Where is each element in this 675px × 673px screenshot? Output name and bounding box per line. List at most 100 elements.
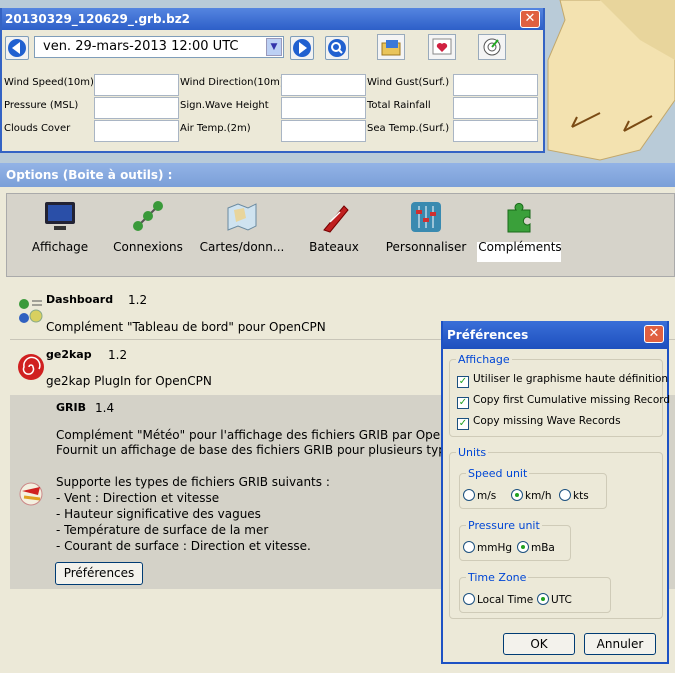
tab-complements[interactable]: Compléments [475,200,565,270]
tool-label: Personnaliser [385,240,467,254]
plugin-version: 1.2 [128,293,148,307]
tab-affichage[interactable]: Affichage [15,200,105,270]
hd-graphics-checkbox[interactable]: ✓ Utiliser le graphisme haute définition [457,373,668,388]
heart-settings-icon [432,38,452,55]
tool-label: Compléments [478,240,562,254]
plugin-name: GRIB [56,401,86,414]
field-label: Sign.Wave Height [180,100,269,111]
checkbox-label: Utiliser le graphisme haute définition [473,373,669,385]
wind-gust-field [453,74,538,96]
sliders-icon [411,202,441,232]
datetime-select[interactable]: ven. 29-mars-2013 12:00 UTC ▼ [34,36,284,58]
pressure-mba-radio[interactable]: mBa [517,541,555,554]
boat-icon [323,205,349,233]
preferences-button[interactable]: Préférences [55,562,143,585]
group-title: Affichage [456,353,512,366]
spiral-icon [18,354,44,380]
pressure-field [94,97,179,119]
request-button[interactable] [478,34,506,60]
ok-button[interactable]: OK [503,633,575,655]
tab-cartes[interactable]: Cartes/donn... [197,200,287,270]
grib-window: 20130329_120629_.grb.bz2 ✕ ven. 29-mars-… [0,8,545,153]
folder-icon [381,40,401,56]
grib-navbar: ven. 29-mars-2013 12:00 UTC ▼ [2,30,543,64]
radio-label: mmHg [477,542,513,554]
sea-temp-field [453,120,538,142]
radio-label: km/h [525,490,552,502]
pressure-mmhg-radio[interactable]: mmHg [463,541,512,554]
field-label: Air Temp.(2m) [180,123,251,134]
network-icon [133,201,163,231]
checkbox-label: Copy missing Wave Records [473,415,621,427]
radio-label: mBa [531,542,555,554]
speed-kts-radio[interactable]: kts [559,489,589,502]
field-label: Wind Gust(Surf.) [367,77,450,88]
rainfall-field [453,97,538,119]
group-title: Time Zone [466,571,529,584]
plugin-name: Dashboard [46,293,114,306]
plugin-description-line: - Température de surface de la mer [56,523,269,537]
tz-local-radio[interactable]: Local Time [463,593,533,606]
tool-label: Cartes/donn... [199,240,285,254]
speed-kmh-radio[interactable]: km/h [511,489,552,502]
plugin-description-line: - Hauteur significative des vagues [56,507,261,521]
tab-personnaliser[interactable]: Personnaliser [381,200,471,270]
cancel-button[interactable]: Annuler [584,633,656,655]
field-label: Wind Direction(10m) [180,77,284,88]
chart-map-icon [227,203,257,231]
options-title: Options (Boite à outils) : [6,168,173,182]
radio-label: Local Time [477,594,534,606]
field-label: Clouds Cover [4,123,71,134]
dashboard-icon [19,299,43,323]
copy-wave-checkbox[interactable]: ✓ Copy missing Wave Records [457,415,621,430]
prev-arrow-button[interactable] [5,36,29,60]
field-label: Pressure (MSL) [4,100,79,111]
tz-utc-radio[interactable]: UTC [537,593,572,606]
wind-direction-field [281,74,366,96]
field-label: Wind Speed(10m) [4,77,94,88]
field-label: Sea Temp.(Surf.) [367,123,450,134]
prefs-close-button[interactable]: ✕ [644,325,664,343]
tab-bateaux[interactable]: Bateaux [289,200,379,270]
tool-label: Affichage [31,240,89,254]
next-arrow-button[interactable] [290,36,314,60]
left-arrow-icon [8,39,26,57]
group-title: Pressure unit [466,519,542,532]
plugin-description-line: - Vent : Direction et vitesse [56,491,220,505]
radio-label: UTC [551,594,572,606]
tab-connexions[interactable]: Connexions [103,200,193,270]
clouds-field [94,120,179,142]
options-title-bar: Options (Boite à outils) : [0,163,675,187]
tool-label: Connexions [113,240,183,254]
wave-height-field [281,97,366,119]
air-temp-field [281,120,366,142]
plugin-description-line: Complément "Météo" pour l'affichage des … [56,428,473,442]
group-title: Speed unit [466,467,530,480]
copy-cumulative-checkbox[interactable]: ✓ Copy first Cumulative missing Record [457,394,670,409]
target-icon [483,38,501,56]
wind-speed-field [94,74,179,96]
plugin-description: Complément "Tableau de bord" pour OpenCP… [46,320,326,334]
plugin-description-line: Supporte les types de fichiers GRIB suiv… [56,475,330,489]
plugin-description: ge2kap PlugIn for OpenCPN [46,374,212,388]
plugin-version: 1.2 [108,348,128,362]
preferences-dialog: Préférences ✕ Affichage ✓ Utiliser le gra… [441,321,670,664]
checkbox-label: Copy first Cumulative missing Record [473,394,671,406]
grib-close-button[interactable]: ✕ [520,10,540,28]
plugin-name: ge2kap [46,348,92,361]
chevron-down-icon[interactable]: ▼ [266,38,282,56]
grib-window-title: 20130329_120629_.grb.bz2 ✕ [2,8,543,30]
radio-label: m/s [477,490,497,502]
options-toolbar: Affichage Connexions Cartes/donn... Bate… [6,193,675,277]
tool-label: Bateaux [309,240,359,254]
now-button[interactable] [325,36,349,60]
speed-ms-radio[interactable]: m/s [463,489,496,502]
settings-button[interactable] [428,34,456,60]
field-label: Total Rainfall [367,100,431,111]
magnifier-icon [328,39,346,57]
monitor-icon [45,202,75,230]
group-title: Units [456,446,489,459]
open-file-button[interactable] [377,34,405,60]
prefs-title-bar: Préférences ✕ [443,321,667,349]
datetime-value: ven. 29-mars-2013 12:00 UTC [43,39,239,54]
